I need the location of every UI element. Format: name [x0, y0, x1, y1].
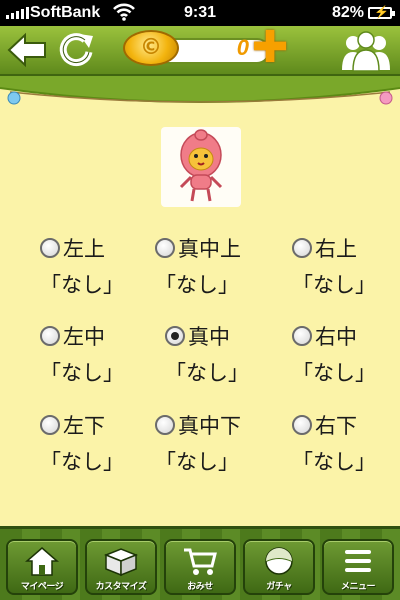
character-image [179, 129, 223, 202]
position-option-bottom-left[interactable]: 左下 「なし」 [40, 410, 170, 476]
position-option-center[interactable]: 真中 「なし」 [165, 321, 295, 387]
radio-button[interactable] [40, 238, 60, 258]
reload-icon[interactable] [54, 30, 100, 72]
position-option-top-center[interactable]: 真中上 「なし」 [155, 233, 285, 299]
radio-button[interactable] [155, 238, 175, 258]
cart-icon [166, 541, 234, 579]
battery-percent: 82% [331, 4, 364, 21]
position-value: 「なし」 [292, 273, 376, 297]
position-label: 真中下 [178, 414, 241, 438]
position-value: 「なし」 [292, 450, 376, 474]
tab-customize[interactable]: カスタマイズ [85, 539, 157, 595]
position-label: 右下 [315, 414, 357, 438]
position-label: 右中 [315, 325, 357, 349]
plus-icon[interactable]: ✚ [250, 26, 290, 70]
position-label: 真中 [188, 325, 230, 349]
position-option-middle-left[interactable]: 左中 「なし」 [40, 321, 170, 387]
box-icon [87, 541, 155, 579]
tab-my-page[interactable]: マイページ [6, 539, 78, 595]
position-value: 「なし」 [155, 450, 239, 474]
radio-button[interactable] [40, 415, 60, 435]
position-value: 「なし」 [40, 273, 124, 297]
house-icon [8, 541, 76, 579]
radio-button[interactable] [292, 415, 312, 435]
position-option-top-right[interactable]: 右上 「なし」 [292, 233, 400, 299]
position-value: 「なし」 [165, 361, 249, 385]
tab-label: ガチャ [266, 582, 292, 592]
position-label: 左中 [63, 325, 105, 349]
radio-button[interactable] [155, 415, 175, 435]
tab-gacha[interactable]: ガチャ [243, 539, 315, 595]
tab-label: カスタマイズ [95, 582, 147, 592]
position-value: 「なし」 [40, 450, 124, 474]
coin-icon: © [123, 30, 179, 66]
character-preview [161, 127, 241, 207]
back-arrow-icon[interactable] [4, 30, 50, 72]
position-option-top-left[interactable]: 左上 「なし」 [40, 233, 170, 299]
position-option-middle-right[interactable]: 右中 「なし」 [292, 321, 400, 387]
position-value: 「なし」 [40, 361, 124, 385]
tab-label: おみせ [187, 582, 213, 592]
tab-menu[interactable]: メニュー [322, 539, 394, 595]
friends-icon[interactable] [338, 30, 394, 72]
menu-icon [324, 541, 392, 579]
battery-icon: ⚡ [368, 5, 395, 19]
position-value: 「なし」 [155, 273, 239, 297]
radio-button[interactable] [292, 238, 312, 258]
radio-button[interactable] [292, 326, 312, 346]
position-label: 右上 [315, 237, 357, 261]
status-bar: SoftBank 9:31 82% ⚡ [0, 0, 400, 26]
position-label: 左上 [63, 237, 105, 261]
tab-shop[interactable]: おみせ [164, 539, 236, 595]
position-option-bottom-right[interactable]: 右下 「なし」 [292, 410, 400, 476]
tab-label: メニュー [340, 582, 376, 592]
position-label: 真中上 [178, 237, 241, 261]
garland-decoration [0, 76, 400, 105]
position-option-bottom-center[interactable]: 真中下 「なし」 [155, 410, 285, 476]
position-value: 「なし」 [292, 361, 376, 385]
coin-count: 0 [236, 35, 249, 60]
radio-button[interactable] [40, 326, 60, 346]
tab-label: マイページ [20, 582, 64, 592]
bottom-tab-bar: マイページ カスタマイズ おみせ ガチャ メニュー [0, 526, 400, 600]
ball-icon [245, 541, 313, 579]
position-label: 左下 [63, 414, 105, 438]
radio-button-selected[interactable] [165, 326, 185, 346]
top-toolbar [0, 26, 400, 76]
